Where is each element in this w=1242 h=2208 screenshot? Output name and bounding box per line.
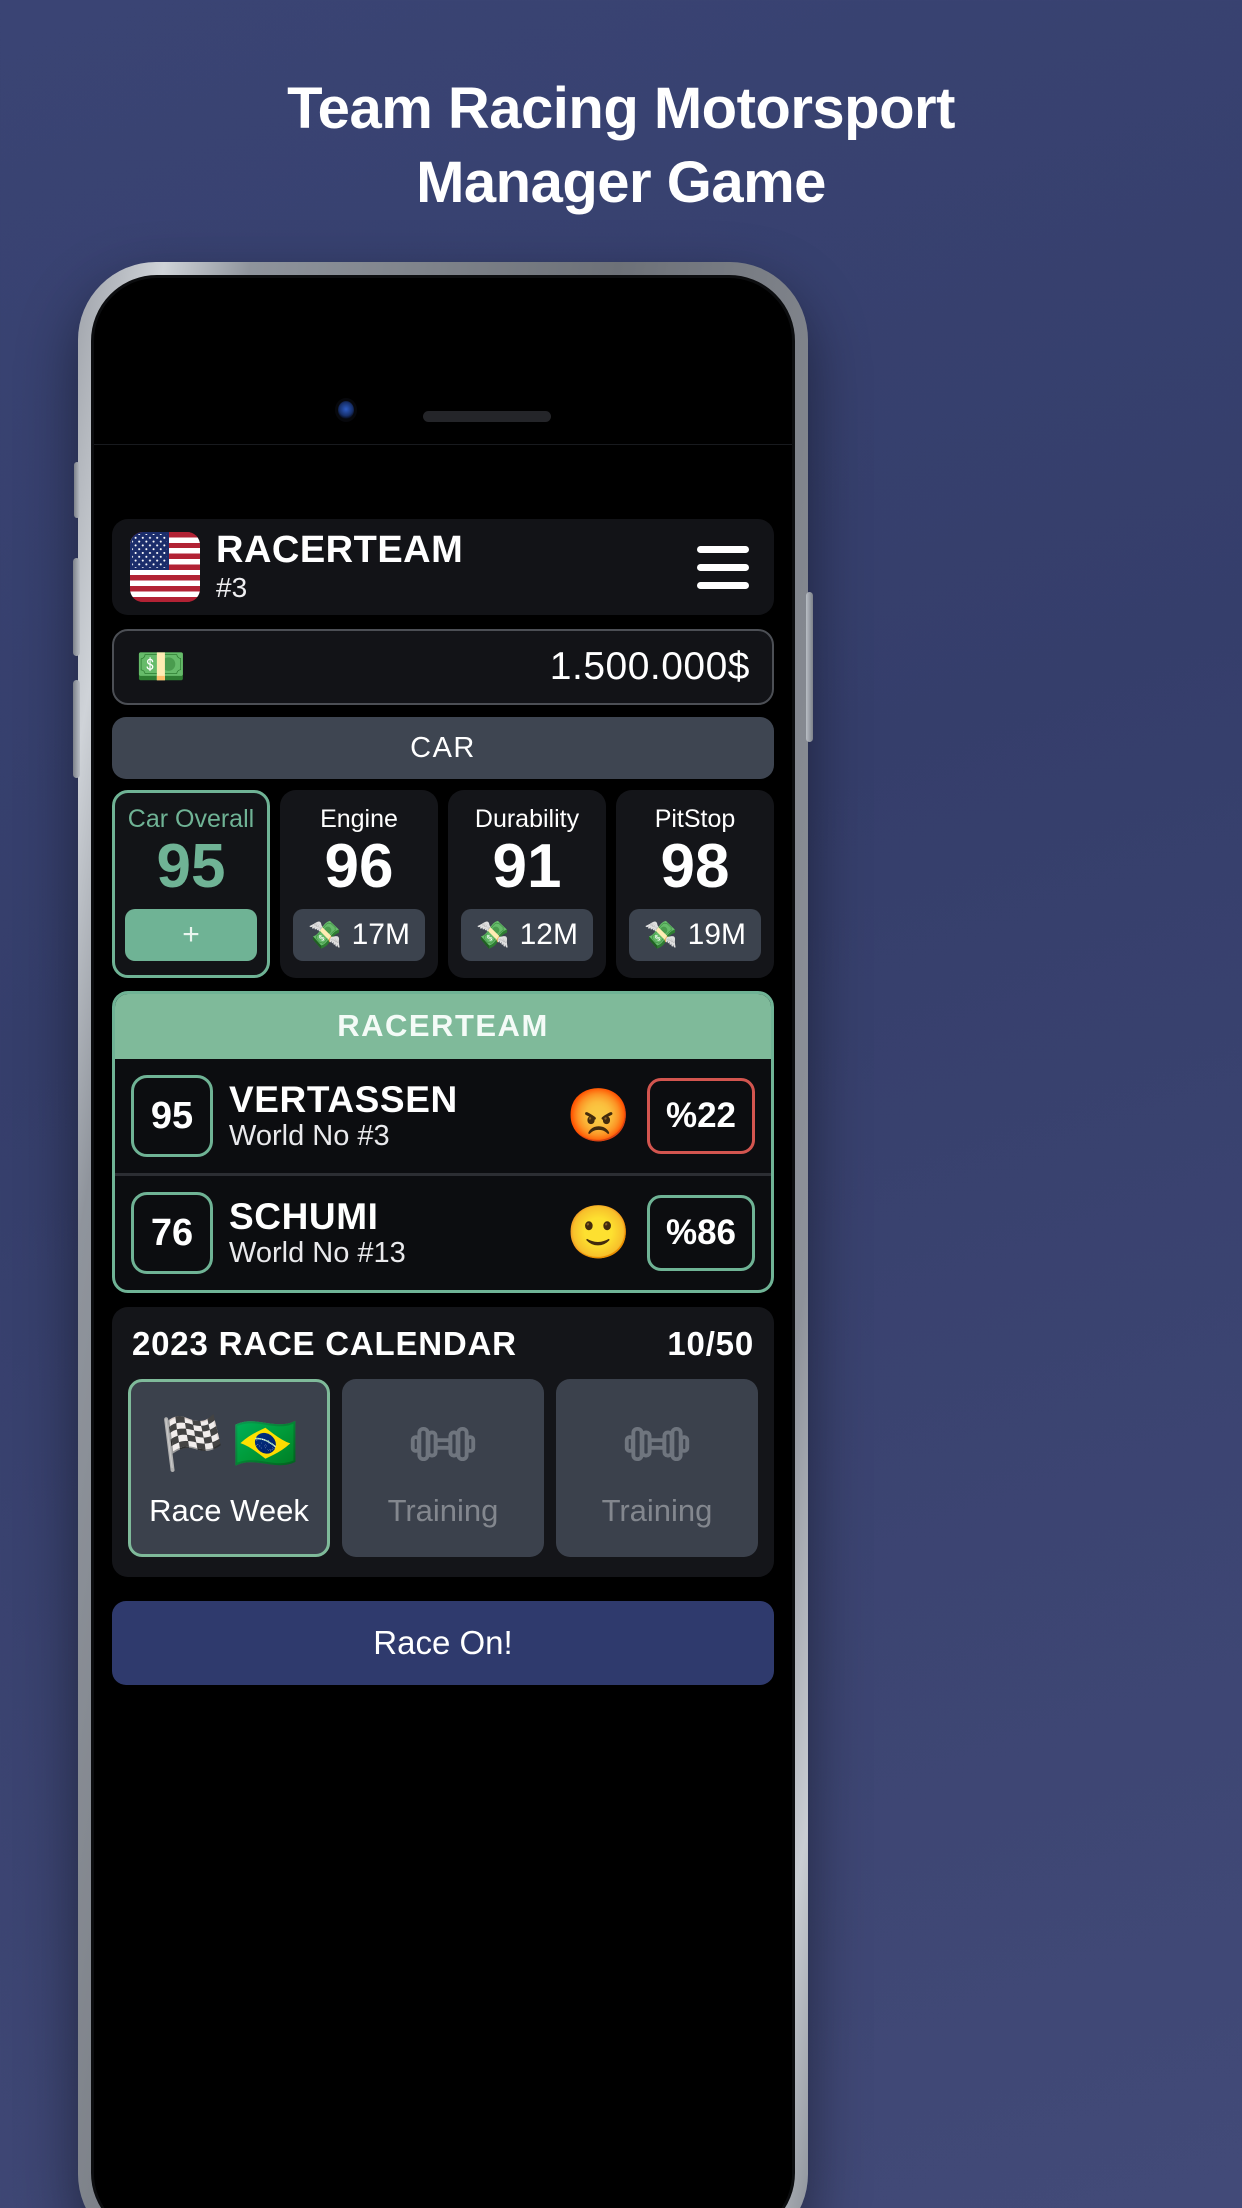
stat-label: Car Overall xyxy=(127,805,255,833)
volume-down-button[interactable] xyxy=(73,680,80,778)
front-camera-icon xyxy=(335,398,357,422)
stat-cost-value: 19M xyxy=(687,918,746,952)
volume-up-button[interactable] xyxy=(73,558,80,656)
team-identity: RACERTEAM #3 xyxy=(216,529,686,604)
us-flag-icon xyxy=(130,532,200,602)
week-label: Training xyxy=(601,1493,713,1529)
slightly-smiling-face-icon: 🙂 xyxy=(566,1204,631,1263)
stat-label: Engine xyxy=(320,805,398,833)
team-name: RACERTEAM xyxy=(216,529,464,572)
driver-row[interactable]: 76 SCHUMI World No #13 🙂 %86 xyxy=(115,1173,771,1290)
week-icons: 🏁 🇧🇷 xyxy=(160,1407,298,1481)
stat-card-durability[interactable]: Durability 91 💸 12M xyxy=(448,790,606,979)
team-header-bar[interactable]: RACERTEAM #3 xyxy=(112,519,774,615)
drivers-panel: RACERTEAM 95 VERTASSEN World No #3 😡 %22… xyxy=(112,991,774,1294)
stat-value: 98 xyxy=(660,832,730,901)
race-calendar-panel: 2023 RACE CALENDAR 10/50 🏁 🇧🇷 Race Week xyxy=(112,1307,774,1578)
stat-label: PitStop xyxy=(654,805,736,833)
promo-line-2: Manager Game xyxy=(416,150,826,216)
stat-cost-value: 17M xyxy=(351,918,410,952)
promo-line-1: Team Racing Motorsport xyxy=(287,76,955,141)
checkered-flag-icon: 🏁 xyxy=(160,1415,225,1474)
team-rank: #3 xyxy=(216,572,248,604)
money-banknote-icon: 💸 xyxy=(308,920,342,951)
car-stats-row: Car Overall 95 + Engine 96 💸 17M Durabil… xyxy=(112,790,774,979)
stat-card-car-overall[interactable]: Car Overall 95 + xyxy=(112,790,270,979)
driver-rating: 76 xyxy=(131,1192,213,1275)
driver-rating: 95 xyxy=(131,1075,213,1158)
stat-card-pitstop[interactable]: PitStop 98 💸 19M xyxy=(616,790,774,979)
stat-cost-pill[interactable]: 💸 17M xyxy=(293,909,425,962)
week-icons xyxy=(624,1407,690,1481)
money-bar: 💵 1.500.000$ xyxy=(112,629,774,705)
money-banknote-icon: 💸 xyxy=(644,920,678,951)
stat-value: 91 xyxy=(492,832,562,901)
promo-headline: Team Racing Motorsport Manager Game xyxy=(0,72,1242,220)
phone-screen-bezel: RACERTEAM #3 💵 1.500.000$ CAR Car Overal… xyxy=(91,275,795,2208)
upgrade-button[interactable]: + xyxy=(125,909,257,962)
earpiece-speaker xyxy=(423,411,551,422)
driver-morale-percent: %86 xyxy=(647,1195,755,1272)
stat-cost-pill[interactable]: 💸 19M xyxy=(629,909,761,962)
drivers-panel-title: RACERTEAM xyxy=(115,994,771,1060)
calendar-progress-count: 10/50 xyxy=(667,1325,754,1363)
stat-value: 96 xyxy=(324,832,394,901)
driver-info: SCHUMI World No #13 xyxy=(229,1195,550,1271)
dumbbell-icon xyxy=(410,1427,476,1462)
brazil-flag-icon: 🇧🇷 xyxy=(233,1415,298,1474)
driver-name: VERTASSEN xyxy=(229,1078,458,1120)
week-card-race-week[interactable]: 🏁 🇧🇷 Race Week xyxy=(128,1379,330,1558)
calendar-header: 2023 RACE CALENDAR 10/50 xyxy=(128,1325,758,1363)
phone-notch-area xyxy=(94,278,792,444)
calendar-title: 2023 RACE CALENDAR xyxy=(132,1325,517,1363)
driver-info: VERTASSEN World No #3 xyxy=(229,1078,550,1154)
power-button[interactable] xyxy=(806,592,813,742)
driver-morale-percent: %22 xyxy=(647,1078,755,1155)
driver-world-rank: World No #3 xyxy=(229,1120,390,1153)
stat-card-engine[interactable]: Engine 96 💸 17M xyxy=(280,790,438,979)
app-screen: RACERTEAM #3 💵 1.500.000$ CAR Car Overal… xyxy=(94,444,792,2208)
week-label: Training xyxy=(387,1493,499,1529)
driver-row[interactable]: 95 VERTASSEN World No #3 😡 %22 xyxy=(115,1059,771,1173)
stat-cost-value: 12M xyxy=(519,918,578,952)
money-banknote-icon: 💸 xyxy=(476,920,510,951)
silence-switch[interactable] xyxy=(74,462,80,518)
car-section-title[interactable]: CAR xyxy=(112,717,774,779)
stat-cost-pill[interactable]: 💸 12M xyxy=(461,909,593,962)
money-banknote-icon: 💵 xyxy=(136,645,186,689)
angry-face-icon: 😡 xyxy=(566,1087,631,1146)
dumbbell-icon xyxy=(624,1427,690,1462)
stat-label: Durability xyxy=(474,805,580,833)
driver-name: SCHUMI xyxy=(229,1195,379,1237)
week-card-training-1[interactable]: Training xyxy=(342,1379,544,1558)
money-amount: 1.500.000$ xyxy=(549,645,750,688)
calendar-weeks: 🏁 🇧🇷 Race Week Training Training xyxy=(128,1379,758,1558)
week-card-training-2[interactable]: Training xyxy=(556,1379,758,1558)
hamburger-menu-icon[interactable] xyxy=(686,530,760,604)
week-icons xyxy=(410,1407,476,1481)
driver-world-rank: World No #13 xyxy=(229,1237,406,1270)
week-label: Race Week xyxy=(149,1493,309,1529)
phone-device-mockup: RACERTEAM #3 💵 1.500.000$ CAR Car Overal… xyxy=(73,262,813,2208)
stat-value: 95 xyxy=(156,832,226,901)
race-on-button[interactable]: Race On! xyxy=(112,1601,774,1686)
